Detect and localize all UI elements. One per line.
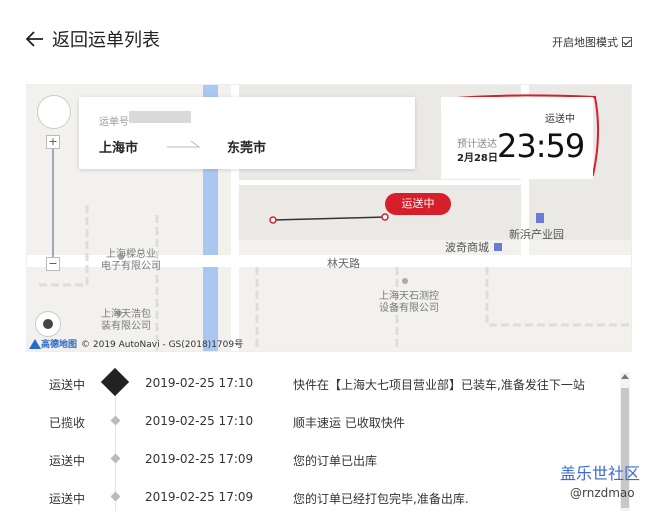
eta-time: 23:59 [497,127,585,165]
row-description: 您的订单已出库 [293,454,378,468]
eta-card: 运送中 预计送达 2月28日 23:59 [441,97,593,179]
step-dot-icon [110,453,121,464]
poi-name: 设备有限公司 [379,303,439,314]
eta-label: 预计送达 [457,139,497,150]
map-mode-label: 开启地图模式 [552,36,618,49]
row-description: 顺丰速运 已收取快件 [293,416,405,430]
destination-city: 东莞市 [227,141,267,156]
page: 返回运单列表 开启地图模式 + − 上海樑总业 电子有限公司 上海天浩包 装有限… [0,0,650,511]
amap-logo-text: 高德地图 [41,340,78,350]
timeline-row: 运送中 2019-02-25 17:09 您的订单已经打包完毕,准备出库. [0,478,620,511]
back-to-list-button[interactable]: 返回运单列表 [24,26,160,52]
scroll-up-icon[interactable] [621,374,629,379]
row-status: 运送中 [48,454,85,468]
map-mode-checkbox[interactable] [622,37,632,47]
map-pan-control[interactable] [37,95,71,129]
poi-name: 电子有限公司 [101,261,161,272]
step-dot-icon [110,491,121,502]
zoom-control: + − [46,135,60,271]
waybill-label: 运单号 [99,117,129,128]
row-status: 运送中 [48,492,85,506]
poi-name: 上海天石测控 [379,291,439,302]
poi-name: 上海天浩包 [101,309,151,320]
tracking-timeline: 运送中 2019-02-25 17:10 快件在【上海大七项目营业部】已装车,准备发… [0,364,650,511]
map-attribution: 高德地图 © 2019 AutoNavi - GS(2018)1709号 [29,337,243,350]
mall-label: 波奇商城 [445,241,489,254]
poi-label: 上海樑总业 电子有限公司 [101,249,161,273]
row-description: 您的订单已经打包完毕,准备出库. [293,492,469,506]
map-view[interactable]: + − 上海樑总业 电子有限公司 上海天浩包 装有限公司 上海天石测控 设备有限… [26,84,632,352]
waybill-number-redacted [129,111,191,123]
poi-name: 上海樑总业 [106,249,156,260]
row-status: 已揽收 [48,416,85,430]
route-arrow-icon [167,140,201,148]
row-time: 2019-02-25 17:09 [145,490,254,504]
amap-logo-icon [29,338,41,349]
poi-label: 上海天浩包 装有限公司 [101,309,151,333]
status-badge: 运送中 [385,193,451,215]
zoom-out-button[interactable]: − [46,257,60,271]
row-time: 2019-02-25 17:09 [145,452,254,466]
locate-icon[interactable] [35,311,61,337]
road-label: 林天路 [327,257,360,270]
step-dot-icon [110,415,121,426]
waybill-card: 运单号 上海市 东莞市 [79,97,415,169]
eta-date: 2月28日 [457,153,498,164]
row-description: 快件在【上海大七项目营业部】已装车,准备发往下一站 [293,378,585,392]
row-status: 运送中 [48,378,85,392]
watermark-title: 盖乐世社区 [560,464,641,483]
watermark-user: @rnzdmao [570,486,635,500]
row-time: 2019-02-25 17:10 [145,376,254,390]
map-mode-toggle[interactable]: 开启地图模式 [552,34,632,50]
poi-label: 上海天石测控 设备有限公司 [379,291,439,315]
header: 返回运单列表 开启地图模式 [0,0,650,72]
poi-name: 装有限公司 [101,321,151,332]
zoom-slider[interactable] [52,149,54,257]
row-time: 2019-02-25 17:10 [145,414,254,428]
timeline-row: 运送中 2019-02-25 17:10 快件在【上海大七项目营业部】已装车,准备发… [0,364,620,402]
arrow-left-icon [25,31,43,47]
back-label: 返回运单列表 [52,30,160,51]
park-label: 新浜产业园 [509,228,564,241]
eta-status: 运送中 [545,114,575,125]
attribution-text: © 2019 AutoNavi - GS(2018)1709号 [81,340,244,350]
origin-city: 上海市 [99,141,139,156]
timeline-row: 运送中 2019-02-25 17:09 您的订单已出库 [0,440,620,478]
zoom-in-button[interactable]: + [46,135,60,149]
timeline-row: 已揽收 2019-02-25 17:10 顺丰速运 已收取快件 [0,402,620,440]
